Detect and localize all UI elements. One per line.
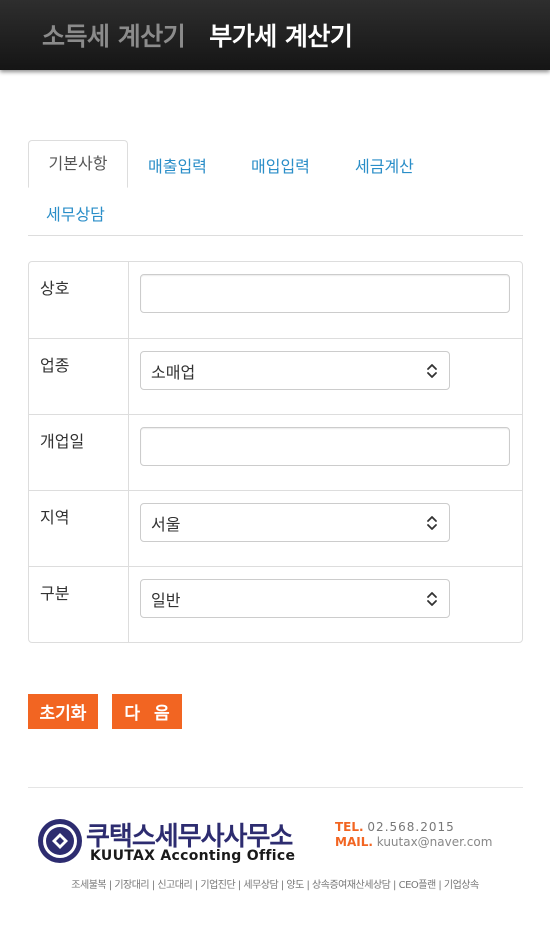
row-divider — [128, 262, 129, 338]
row-divider — [128, 491, 129, 566]
industry-label: 업종 — [40, 356, 70, 375]
form-row-company: 상호 — [29, 262, 522, 338]
next-button[interactable]: 다 음 — [112, 694, 182, 729]
form-row-open-date: 개업일 — [29, 414, 522, 490]
footer-services-menu: 조세불복 | 기장대리 | 신고대리 | 기업진단 | 세무상담 | 양도 | … — [71, 880, 479, 891]
industry-select[interactable]: 소매업 — [140, 351, 450, 390]
nav-vat-calculator[interactable]: 부가세 계산기 — [209, 17, 353, 53]
tel-label: TEL. — [335, 820, 364, 834]
category-label: 구분 — [40, 584, 70, 603]
tab-bar: 기본사항 매출입력 매입입력 세금계산 세무상담 — [28, 140, 523, 236]
tab-sales-input[interactable]: 매출입력 — [148, 153, 207, 177]
tab-basic-info[interactable]: 기본사항 — [28, 140, 128, 188]
tel-number: 02.568.2015 — [367, 820, 455, 834]
industry-selected-value: 소매업 — [151, 362, 196, 382]
mail-label: MAIL. — [335, 835, 373, 849]
form-row-region: 지역 서울 — [29, 490, 522, 566]
category-selected-value: 일반 — [151, 590, 181, 610]
region-select[interactable]: 서울 — [140, 503, 450, 542]
brand-name-english: KUUTAX Acconting Office — [90, 848, 296, 864]
form-row-industry: 업종 소매업 — [29, 338, 522, 414]
basic-info-form: 상호 업종 소매업 개업일 지역 서울 구분 일반 — [28, 261, 523, 643]
select-updown-icon — [427, 515, 437, 530]
top-nav-bar: 소득세 계산기 부가세 계산기 — [0, 0, 550, 70]
contact-info: TEL. 02.568.2015 MAIL. kuutax@naver.com — [335, 820, 492, 850]
kuutax-logo-icon — [38, 819, 82, 863]
row-divider — [128, 415, 129, 490]
region-selected-value: 서울 — [151, 514, 181, 534]
select-updown-icon — [427, 363, 437, 378]
row-divider — [128, 339, 129, 414]
nav-income-tax-calculator[interactable]: 소득세 계산기 — [42, 17, 186, 53]
tab-tax-calculation[interactable]: 세금계산 — [355, 153, 414, 177]
row-divider — [128, 567, 129, 642]
mail-address: kuutax@naver.com — [376, 835, 493, 849]
open-date-input[interactable] — [140, 427, 510, 466]
footer-divider — [28, 787, 523, 788]
tab-tax-consultation[interactable]: 세무상담 — [46, 201, 105, 225]
form-row-category: 구분 일반 — [29, 566, 522, 642]
region-label: 지역 — [40, 508, 70, 527]
category-select[interactable]: 일반 — [140, 579, 450, 618]
select-updown-icon — [427, 591, 437, 606]
reset-button[interactable]: 초기화 — [28, 694, 98, 729]
company-input[interactable] — [140, 274, 510, 313]
company-label: 상호 — [40, 279, 70, 298]
tab-purchase-input[interactable]: 매입입력 — [251, 153, 310, 177]
open-date-label: 개업일 — [40, 432, 85, 451]
